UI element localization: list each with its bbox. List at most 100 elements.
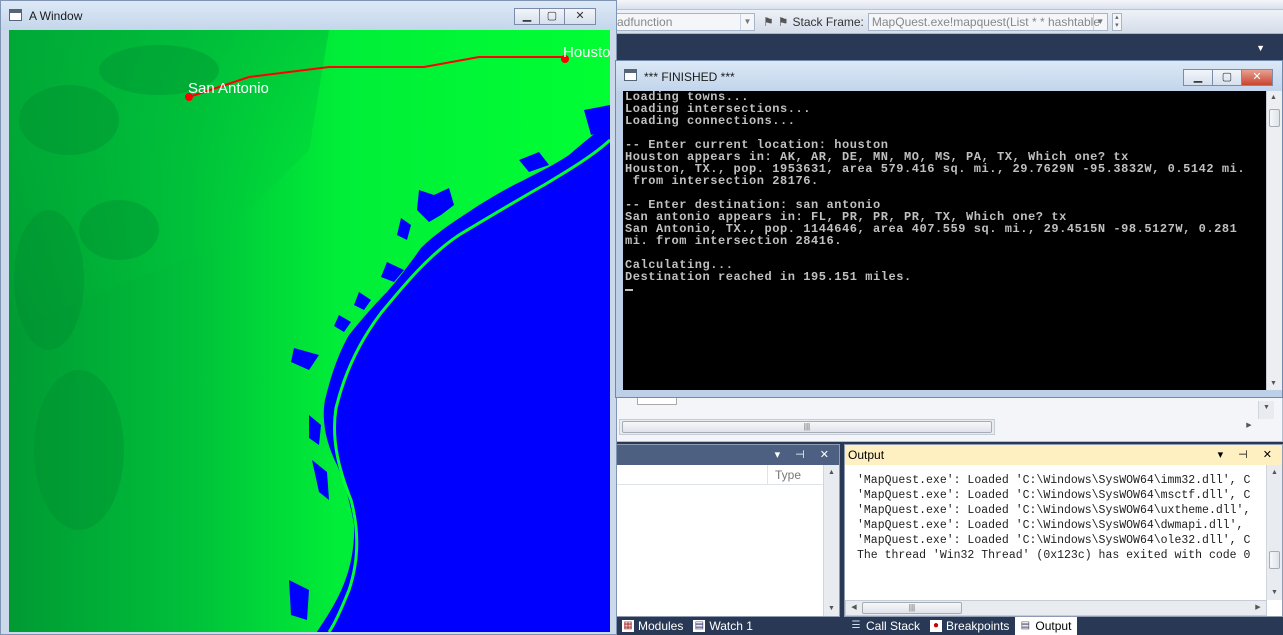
editor-lower-strip: ||| ▼ ▶ <box>612 396 1283 442</box>
scrollbar-thumb[interactable] <box>1269 551 1280 569</box>
maximize-icon: ▢ <box>1221 71 1233 83</box>
console-line: Destination reached in 195.151 miles. <box>625 270 912 284</box>
close-icon: ✕ <box>1252 71 1262 83</box>
console-output[interactable]: Loading towns... Loading intersections...… <box>623 91 1266 390</box>
output-vertical-scrollbar[interactable]: ▲ ▼ <box>1266 465 1282 600</box>
map-canvas[interactable]: San Antonio Houston <box>9 30 610 632</box>
scrollbar-thumb[interactable]: ||| <box>862 602 962 614</box>
ide-toolbar-top <box>612 0 1283 10</box>
close-icon: ✕ <box>575 10 585 22</box>
tab-breakpoints[interactable]: ● Breakpoints <box>926 617 1015 635</box>
call-stack-icon: ☰ <box>851 620 861 631</box>
dropdown-arrow-icon[interactable]: ▼ <box>1256 43 1265 53</box>
output-horizontal-scrollbar[interactable]: ◀ ||| ▶ <box>845 600 1267 616</box>
output-line: 'MapQuest.exe': Loaded 'C:\Windows\SysWO… <box>857 489 1251 502</box>
function-combo[interactable]: adfunction ▼ <box>613 12 755 31</box>
maximize-button[interactable]: ▢ <box>539 8 565 25</box>
console-line: Loading connections... <box>625 114 796 128</box>
tab-watch-1[interactable]: ▤ Watch 1 <box>689 617 759 635</box>
scroll-down-icon[interactable]: ▼ <box>1259 404 1274 411</box>
close-button[interactable]: ✕ <box>564 8 596 25</box>
window-controls: ▁ ▢ ✕ <box>1183 69 1273 86</box>
map-window-titlebar[interactable]: A Window ▁ ▢ ✕ <box>1 1 616 30</box>
flag-icon[interactable]: ⚑ <box>763 15 774 29</box>
city-label-houston: Houston <box>563 44 610 61</box>
tab-label: Breakpoints <box>946 619 1010 633</box>
watch-icon: ▤ <box>693 620 706 632</box>
console-cursor-line <box>625 283 1245 295</box>
console-vertical-scrollbar[interactable]: ▲ ▼ <box>1266 91 1282 390</box>
output-text[interactable]: 'MapQuest.exe': Loaded 'C:\Windows\SysWO… <box>845 465 1266 600</box>
tab-label: Output <box>1035 619 1072 633</box>
chevron-down-icon[interactable]: ▼ <box>1092 13 1107 30</box>
scroll-left-icon[interactable]: ◀ <box>848 601 860 615</box>
minimize-icon: ▁ <box>1193 71 1203 83</box>
output-panel: Output ▾ ⊣ ✕ 'MapQuest.exe': Loaded 'C:\… <box>844 444 1283 617</box>
scrollbar-thumb[interactable] <box>1269 109 1280 127</box>
modules-icon: ▦ <box>622 620 634 632</box>
map-window: A Window ▁ ▢ ✕ San Antonio Housto <box>0 0 617 635</box>
tool-window-tabs-left: ▦ Modules ▤ Watch 1 <box>618 617 759 635</box>
console-titlebar[interactable]: *** FINISHED *** ▁ ▢ ✕ <box>616 61 1282 91</box>
locals-panel-header: ▾ ⊣ ✕ <box>615 445 839 465</box>
output-line: 'MapQuest.exe': Loaded 'C:\Windows\SysWO… <box>857 504 1251 517</box>
tab-stub <box>637 397 677 405</box>
output-panel-title: Output <box>848 448 885 462</box>
window-icon <box>9 9 22 21</box>
scroll-up-icon[interactable]: ▲ <box>1267 469 1282 476</box>
locals-column-header: Type <box>615 465 839 485</box>
locals-panel: ▾ ⊣ ✕ Type ▲ ▼ <box>614 444 840 617</box>
tool-window-tabs-right: ☰ Call Stack ● Breakpoints ▤ Output <box>846 617 1078 635</box>
tab-output[interactable]: ▤ Output <box>1015 617 1078 635</box>
close-button[interactable]: ✕ <box>1241 69 1273 86</box>
minimize-button[interactable]: ▁ <box>514 8 540 25</box>
stack-frame-combo[interactable]: MapQuest.exe!mapquest(List * * hashtable… <box>867 12 1108 31</box>
chevron-down-icon[interactable]: ▼ <box>740 13 754 30</box>
scroll-down-icon[interactable]: ▼ <box>1267 589 1282 596</box>
editor-area: ▼ <box>612 35 1283 60</box>
console-window: *** FINISHED *** ▁ ▢ ✕ Loading towns... L… <box>615 60 1283 398</box>
maximize-button[interactable]: ▢ <box>1212 69 1242 86</box>
maximize-icon: ▢ <box>546 10 558 22</box>
breakpoints-icon: ● <box>930 620 943 632</box>
scroll-right-icon[interactable]: ▶ <box>1252 601 1264 615</box>
output-line: 'MapQuest.exe': Loaded 'C:\Windows\SysWO… <box>857 474 1251 487</box>
debug-location-toolbar: adfunction ▼ ⚑ ⚑ Stack Frame: MapQuest.e… <box>612 10 1283 34</box>
text-cursor <box>625 289 633 291</box>
minimize-icon: ▁ <box>522 10 532 22</box>
scroll-down-icon[interactable]: ▼ <box>1270 380 1277 387</box>
tab-label: Modules <box>638 619 684 633</box>
locals-vertical-scrollbar[interactable]: ▲ ▼ <box>823 465 839 616</box>
console-window-icon <box>624 69 637 81</box>
console-line: mi. from intersection 28416. <box>625 234 843 248</box>
panel-controls[interactable]: ▾ ⊣ ✕ <box>1218 445 1278 465</box>
console-window-title: *** FINISHED *** <box>644 70 735 84</box>
vertical-scrollbar[interactable]: ▼ <box>1258 401 1274 419</box>
minimize-button[interactable]: ▁ <box>1183 69 1213 86</box>
spinner-button[interactable]: ▴ ▾ <box>1111 12 1122 31</box>
output-line: The thread 'Win32 Thread' (0x123c) has e… <box>857 549 1251 562</box>
city-label-san-antonio: San Antonio <box>188 80 269 97</box>
column-type[interactable]: Type <box>775 468 801 482</box>
tab-label: Call Stack <box>866 619 921 633</box>
function-combo-value: adfunction <box>617 14 673 29</box>
scrollbar-thumb[interactable]: ||| <box>622 421 992 433</box>
horizontal-scrollbar[interactable]: ||| <box>619 419 995 435</box>
console-text: Loading towns... Loading intersections...… <box>625 91 1245 295</box>
scroll-down-icon[interactable]: ▼ <box>824 605 839 612</box>
stack-frame-value: MapQuest.exe!mapquest(List * * hashtable <box>871 14 1101 29</box>
output-panel-header: Output ▾ ⊣ ✕ <box>845 445 1282 465</box>
tab-modules[interactable]: ▦ Modules <box>618 617 689 635</box>
scroll-right[interactable]: ▶ <box>1239 419 1269 435</box>
scroll-right-icon[interactable]: ▶ <box>1243 419 1255 433</box>
map-graphic <box>9 30 610 632</box>
map-window-title: A Window <box>29 9 83 23</box>
console-line: from intersection 28176. <box>625 174 819 188</box>
output-line: 'MapQuest.exe': Loaded 'C:\Windows\SysWO… <box>857 519 1244 532</box>
scroll-up-icon[interactable]: ▲ <box>1270 94 1277 101</box>
tab-call-stack[interactable]: ☰ Call Stack <box>846 617 926 635</box>
tab-label: Watch 1 <box>709 619 753 633</box>
panel-controls[interactable]: ▾ ⊣ ✕ <box>775 445 835 465</box>
flag-threads-icon[interactable]: ⚑ <box>778 15 789 29</box>
scroll-up-icon[interactable]: ▲ <box>824 469 839 476</box>
